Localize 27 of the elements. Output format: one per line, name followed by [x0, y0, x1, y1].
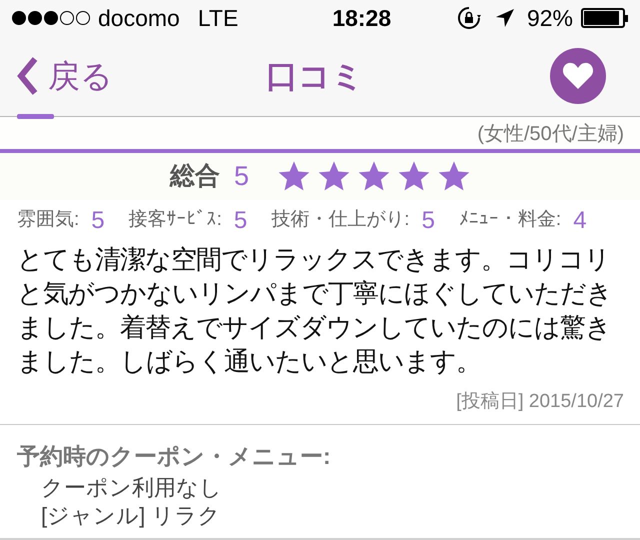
review-text: とても清潔な空間でリラックスできます。コリコリと気がつかないリンパまで丁寧にほぐしていただきました。着替えでサイズダウンしていたのには驚きました。しばらく通いたいと思います。	[16, 242, 613, 378]
location-arrow-icon	[494, 8, 515, 28]
rating-value: 5	[91, 206, 105, 236]
coupon-detail: [ジャンル] リラク	[40, 502, 222, 530]
battery-percent: 92%	[526, 4, 573, 33]
battery-icon	[581, 8, 628, 28]
rotation-lock-icon	[456, 6, 481, 30]
reviewer-info: (女性/50代/主婦)	[477, 122, 624, 148]
overall-score: 5	[234, 160, 250, 194]
post-date: [投稿日] 2015/10/27	[456, 390, 624, 414]
rating-value: 4	[573, 206, 587, 236]
overall-label: 総合	[170, 160, 220, 192]
rating-label: ﾒﾆｭｰ・料金:	[458, 208, 562, 232]
chevron-left-icon	[16, 56, 38, 96]
rating-label: 技術・仕上がり:	[271, 208, 410, 232]
rating-value: 5	[234, 206, 248, 236]
status-time: 18:28	[332, 4, 392, 33]
rating-label: 雰囲気:	[17, 208, 80, 232]
heart-icon	[562, 62, 594, 90]
carrier-name: docomo	[98, 4, 180, 33]
network-type: LTE	[198, 4, 238, 33]
coupon-detail: クーポン利用なし	[40, 474, 223, 502]
screen-title: 口コミ	[266, 57, 364, 96]
rating-label: 接客ｻｰﾋﾞｽ:	[128, 208, 222, 232]
back-button[interactable]: 戻る	[16, 52, 166, 100]
rating-value: 5	[422, 206, 435, 236]
coupon-heading: 予約時のクーポン・メニュー:	[17, 442, 332, 472]
